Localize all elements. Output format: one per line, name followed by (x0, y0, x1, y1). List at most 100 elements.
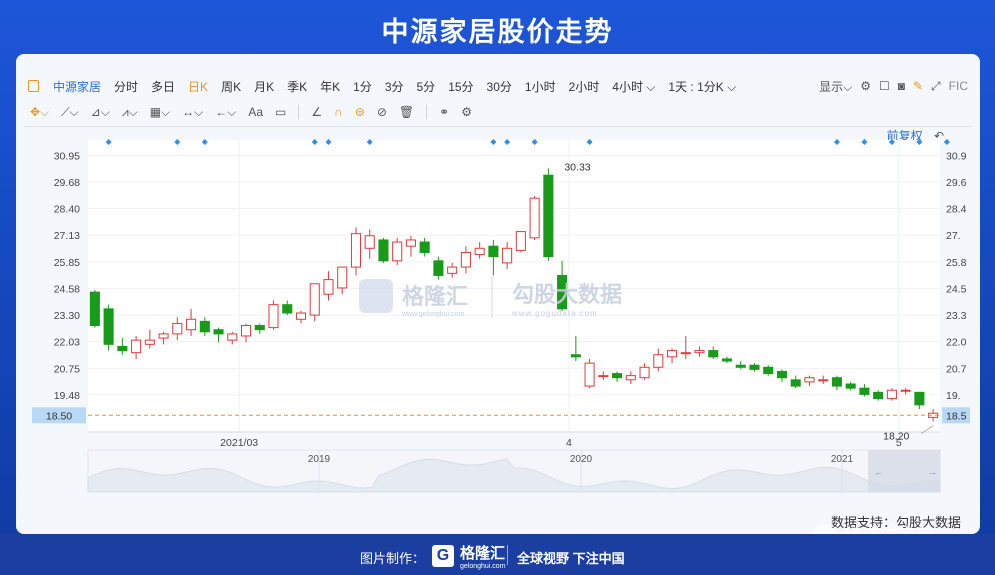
candle-body (309, 283, 320, 316)
candle-body (350, 233, 362, 268)
footer-label: 图片制作： (360, 551, 426, 566)
candle-body (529, 197, 540, 239)
candle-body (460, 251, 471, 268)
logo-icon: G (432, 545, 454, 567)
candle-body (900, 389, 911, 392)
candle-body (873, 391, 884, 400)
watermark-right: 勾股大数据 (512, 282, 622, 307)
y-tick-label-right: 27. (946, 230, 961, 242)
event-marker (943, 139, 950, 145)
navigator-year-label: 2019 (308, 454, 331, 465)
candle-body (680, 352, 691, 355)
candle-body (323, 279, 334, 295)
candle-body (474, 247, 485, 256)
candle-body (653, 354, 664, 368)
footer-divider (507, 545, 508, 565)
candle-body (488, 245, 499, 258)
candle-body (543, 174, 554, 258)
candle-body (213, 329, 224, 335)
y-tick-label: 29.68 (54, 177, 80, 189)
candle-body (694, 350, 705, 354)
chart-panel: 中源家居 分时 多日 日K 周K 月K 季K 年K 1分 3分 5分 15分 30分 1小时 2小时 4小时… (16, 54, 980, 534)
candle-body (447, 266, 458, 274)
candle-body (570, 354, 581, 358)
x-tick-label: 2021/03 (220, 437, 258, 449)
navigator-year-label: 2020 (570, 454, 593, 465)
candle-body (240, 325, 252, 337)
candle-body (268, 304, 279, 329)
x-tick-label: 4 (566, 437, 572, 449)
candle-body (886, 389, 897, 400)
y-tick-label-right: 23.3 (946, 310, 967, 322)
y-tick-label-right: 19. (946, 390, 961, 402)
y-tick-label: 19.48 (54, 390, 80, 402)
y-tick-label: 20.75 (54, 363, 80, 375)
navigator-right-arrow: → (928, 467, 937, 477)
watermark-right-url: www.gogudata.com (511, 309, 598, 318)
navigator-year-label: 2021 (831, 454, 854, 465)
y-tick-label-right: 28.4 (946, 204, 967, 216)
candle-body (254, 325, 265, 331)
candle-body (612, 373, 623, 379)
candle-body (227, 333, 238, 341)
candle-body (282, 304, 293, 314)
footer-logo: G 格隆汇 gelonghui.com (432, 542, 506, 570)
candle-body (598, 375, 609, 378)
candle-body (378, 239, 389, 262)
y-tick-label-right: 20.7 (946, 363, 967, 375)
y-tick-label-right: 24.5 (946, 283, 967, 295)
candle-body (639, 366, 650, 379)
candle-body (708, 350, 719, 358)
candle-body (721, 358, 733, 362)
y-tick-label: 28.40 (54, 204, 80, 216)
candle-body (199, 320, 210, 333)
candle-body (776, 370, 788, 379)
candle-body (818, 379, 829, 382)
y-tick-label-right: 22.0 (946, 337, 967, 349)
candle-body (392, 241, 403, 262)
candle-body (89, 291, 100, 327)
candle-body (131, 339, 142, 354)
y-tick-label-right: 29.6 (946, 177, 967, 189)
candle-body (831, 377, 842, 387)
watermark-left-url: www.gelonghui.com (401, 311, 464, 318)
candle-body (433, 260, 444, 276)
candle-body (666, 350, 678, 358)
y-tick-label: 23.30 (54, 310, 80, 322)
candle-body (405, 239, 416, 247)
y-tick-label: 24.58 (54, 283, 80, 295)
page-title: 中源家居股价走势 (381, 17, 614, 47)
candle-body (804, 377, 815, 383)
candlestick-chart[interactable]: 30.95 30.9 29.68 29.6 28.40 28.4 27.13 27. 25.85… (16, 54, 980, 534)
candle-body (158, 333, 169, 339)
candle-body (763, 366, 774, 375)
current-price-label-right: 18.5 (946, 410, 967, 422)
footer-slogan: 全球视野 下注中国 (517, 551, 625, 566)
logo-text: 格隆汇 (460, 545, 506, 562)
candle-body (502, 247, 513, 264)
candle-body (103, 308, 114, 345)
watermark-logo-left (359, 279, 393, 313)
candle-body (914, 391, 925, 406)
navigator-left-arrow: ← (874, 467, 883, 477)
candle-body (859, 387, 870, 395)
low-price-label: 18.20 (883, 431, 909, 443)
logo-sub: gelonghui.com (460, 563, 506, 570)
high-price-label: 30.33 (564, 161, 590, 173)
watermark-left: 格隆汇 (402, 284, 468, 309)
y-tick-label: 22.03 (54, 337, 80, 349)
candle-body (144, 339, 155, 345)
candle-body (117, 345, 128, 352)
current-price-label: 18.50 (46, 410, 72, 422)
candle-body (186, 318, 197, 331)
candle-body (337, 266, 348, 289)
y-tick-label: 27.13 (54, 230, 80, 242)
candle-body (419, 241, 430, 253)
footer: 图片制作： G 格隆汇 gelonghui.com 全球视野 下注中国 (0, 534, 995, 575)
candle-body (515, 231, 526, 251)
candle-body (749, 364, 760, 370)
candle-body (364, 235, 375, 249)
y-tick-label: 25.85 (54, 257, 80, 269)
y-tick-label-right: 25.8 (946, 257, 967, 269)
y-tick-label-right: 30.9 (946, 150, 967, 162)
